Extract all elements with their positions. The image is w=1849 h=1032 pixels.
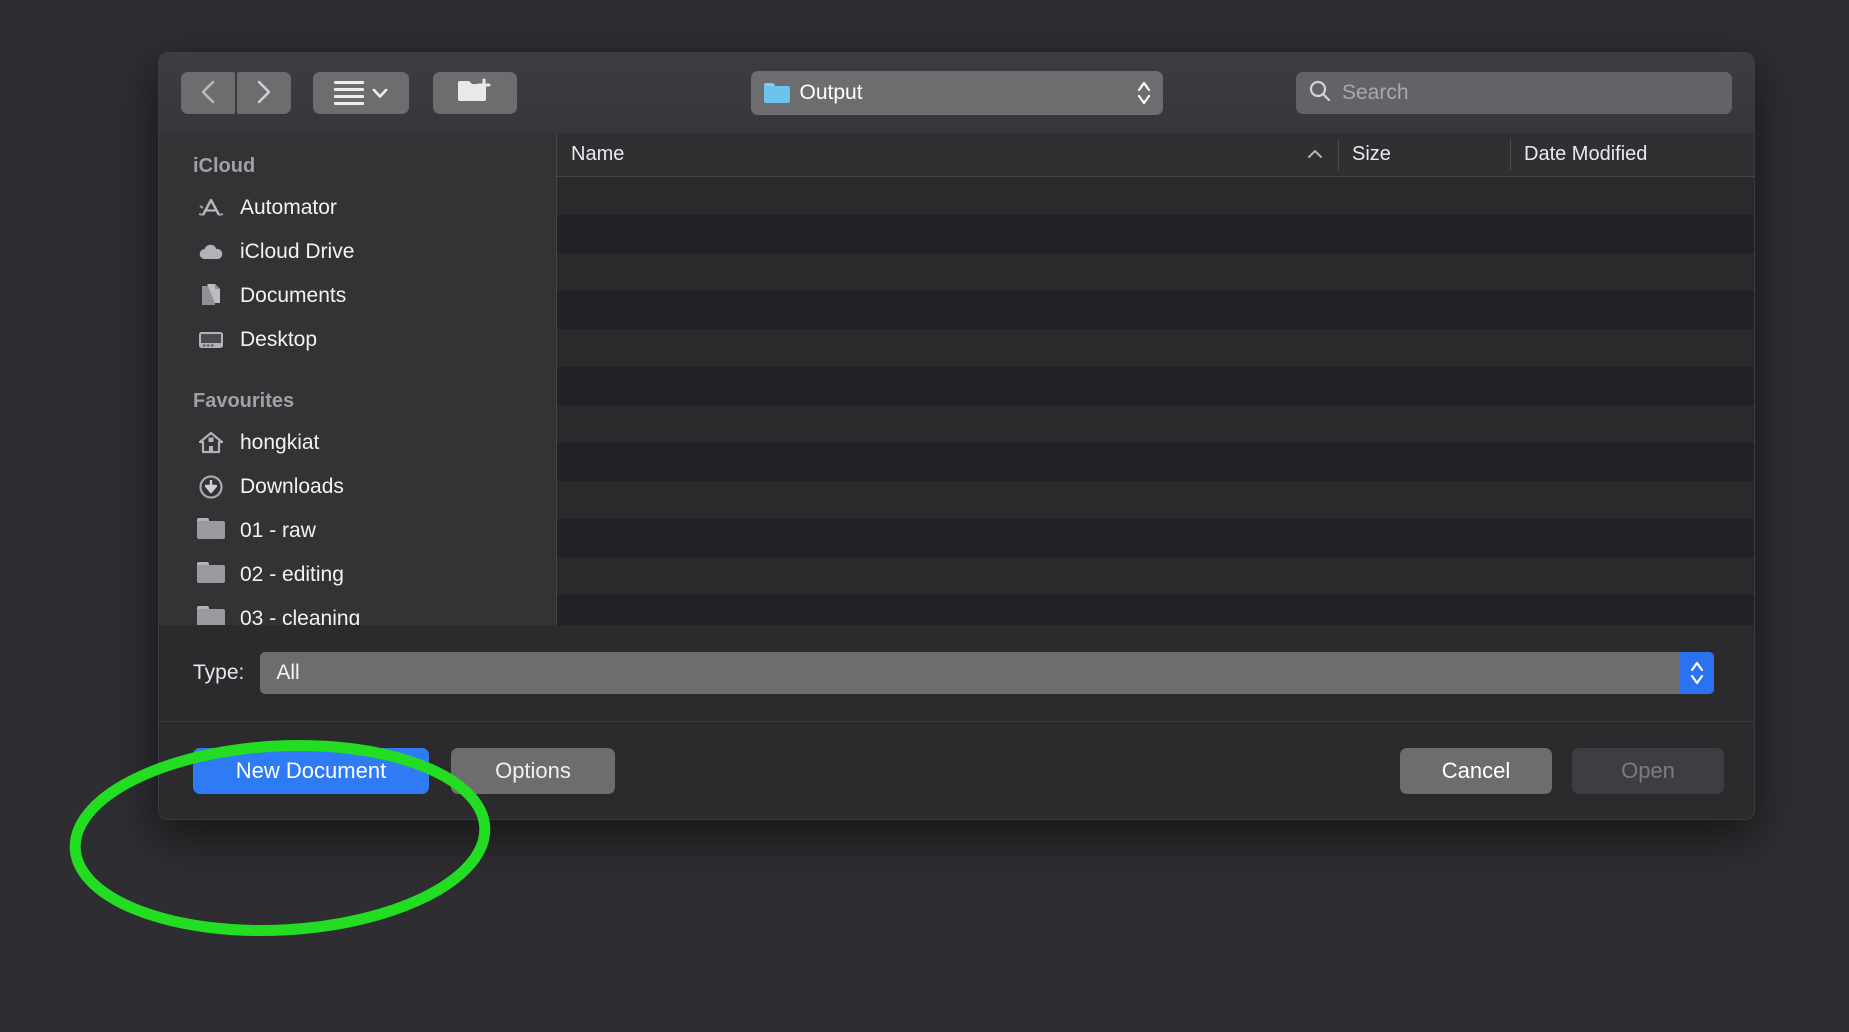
table-row[interactable]	[557, 481, 1754, 519]
folder-icon	[197, 562, 225, 588]
sidebar-item-hongkiat[interactable]: hongkiat	[159, 421, 556, 465]
sidebar-item-automator[interactable]: Automator	[159, 186, 556, 230]
back-button[interactable]	[181, 72, 235, 114]
table-row[interactable]	[557, 291, 1754, 329]
sidebar-section-header-favourites: Favourites	[193, 390, 295, 412]
table-row[interactable]	[557, 519, 1754, 557]
up-down-stepper-icon	[1133, 76, 1155, 110]
table-row[interactable]	[557, 557, 1754, 595]
folder-icon	[197, 518, 225, 544]
folder-icon	[763, 83, 790, 103]
documents-icon	[197, 283, 225, 309]
chevron-left-icon	[198, 79, 218, 108]
column-header-label: Date Modified	[1524, 143, 1648, 165]
sidebar-item-03-cleaning[interactable]: 03 - cleaning	[159, 597, 556, 625]
cloud-icon	[197, 239, 225, 265]
search-input[interactable]: Search	[1296, 72, 1732, 114]
file-type-select[interactable]: All	[260, 652, 1714, 694]
chevron-right-icon	[254, 79, 274, 108]
column-header-size[interactable]: Size	[1338, 133, 1510, 176]
column-header-date-modified[interactable]: Date Modified	[1510, 133, 1754, 176]
column-header-label: Size	[1352, 143, 1391, 165]
table-row[interactable]	[557, 367, 1754, 405]
forward-button[interactable]	[237, 72, 291, 114]
table-row[interactable]	[557, 405, 1754, 443]
column-header-name[interactable]: Name	[557, 133, 1338, 176]
automator-icon	[197, 195, 225, 221]
cancel-button[interactable]: Cancel	[1400, 747, 1552, 794]
view-options-button[interactable]	[313, 72, 409, 114]
new-folder-icon	[457, 78, 493, 109]
chevron-down-icon	[372, 88, 388, 99]
ascending-caret-icon	[1306, 143, 1324, 166]
desktop-icon	[197, 327, 225, 353]
sidebar-item-02-editing[interactable]: 02 - editing	[159, 553, 556, 597]
sidebar-section-header-icloud: iCloud	[193, 155, 256, 177]
search-icon	[1308, 79, 1332, 108]
file-type-value: All	[276, 661, 300, 684]
list-view-icon	[334, 81, 364, 105]
sidebar-item-label: iCloud Drive	[240, 240, 355, 263]
sidebar-item-label: Documents	[240, 284, 347, 307]
sidebar: iCloud Automator iCloud Drive Documents …	[159, 133, 557, 625]
dialog-body: iCloud Automator iCloud Drive Documents …	[159, 133, 1754, 625]
sidebar-item-desktop[interactable]: Desktop	[159, 318, 556, 362]
file-list-rows[interactable]	[557, 177, 1754, 625]
up-down-stepper-icon[interactable]	[1680, 652, 1714, 694]
column-header-label: Name	[571, 143, 625, 165]
dialog-bottom: Type: All New Document Options Cancel Op…	[159, 625, 1754, 819]
new-folder-button[interactable]	[433, 72, 517, 114]
sidebar-item-downloads[interactable]: Downloads	[159, 465, 556, 509]
table-row[interactable]	[557, 595, 1754, 625]
dialog-button-row: New Document Options Cancel Open	[159, 721, 1754, 819]
dialog-toolbar: Output Search	[159, 53, 1754, 133]
options-button[interactable]: Options	[451, 747, 615, 794]
sidebar-item-label: Downloads	[240, 475, 344, 498]
home-icon	[197, 430, 225, 456]
file-list-header: Name Size Date Modified	[557, 133, 1754, 177]
path-popup-button[interactable]: Output	[750, 71, 1163, 115]
search-placeholder: Search	[1342, 81, 1409, 104]
sidebar-item-label: hongkiat	[240, 431, 320, 454]
open-button: Open	[1572, 747, 1724, 794]
sidebar-item-label: 01 - raw	[240, 519, 316, 542]
new-document-button[interactable]: New Document	[193, 747, 429, 794]
downloads-icon	[197, 474, 225, 500]
sidebar-item-01-raw[interactable]: 01 - raw	[159, 509, 556, 553]
navigation-buttons	[181, 72, 291, 114]
sidebar-item-label: 02 - editing	[240, 563, 344, 586]
table-row[interactable]	[557, 443, 1754, 481]
table-row[interactable]	[557, 177, 1754, 215]
folder-icon	[197, 606, 225, 625]
sidebar-item-label: Automator	[240, 196, 337, 219]
screen: Output Search iCloud Automator iCloud Dr…	[0, 0, 1849, 1032]
sidebar-item-label: Desktop	[240, 328, 318, 351]
filter-row: Type: All	[159, 625, 1754, 721]
file-list: Name Size Date Modified	[557, 133, 1754, 625]
table-row[interactable]	[557, 253, 1754, 291]
table-row[interactable]	[557, 329, 1754, 367]
filter-label: Type:	[193, 661, 245, 684]
sidebar-item-icloud-drive[interactable]: iCloud Drive	[159, 230, 556, 274]
file-open-dialog: Output Search iCloud Automator iCloud Dr…	[158, 52, 1755, 820]
sidebar-item-documents[interactable]: Documents	[159, 274, 556, 318]
current-folder-label: Output	[799, 81, 863, 104]
sidebar-item-label: 03 - cleaning	[240, 607, 361, 625]
table-row[interactable]	[557, 215, 1754, 253]
